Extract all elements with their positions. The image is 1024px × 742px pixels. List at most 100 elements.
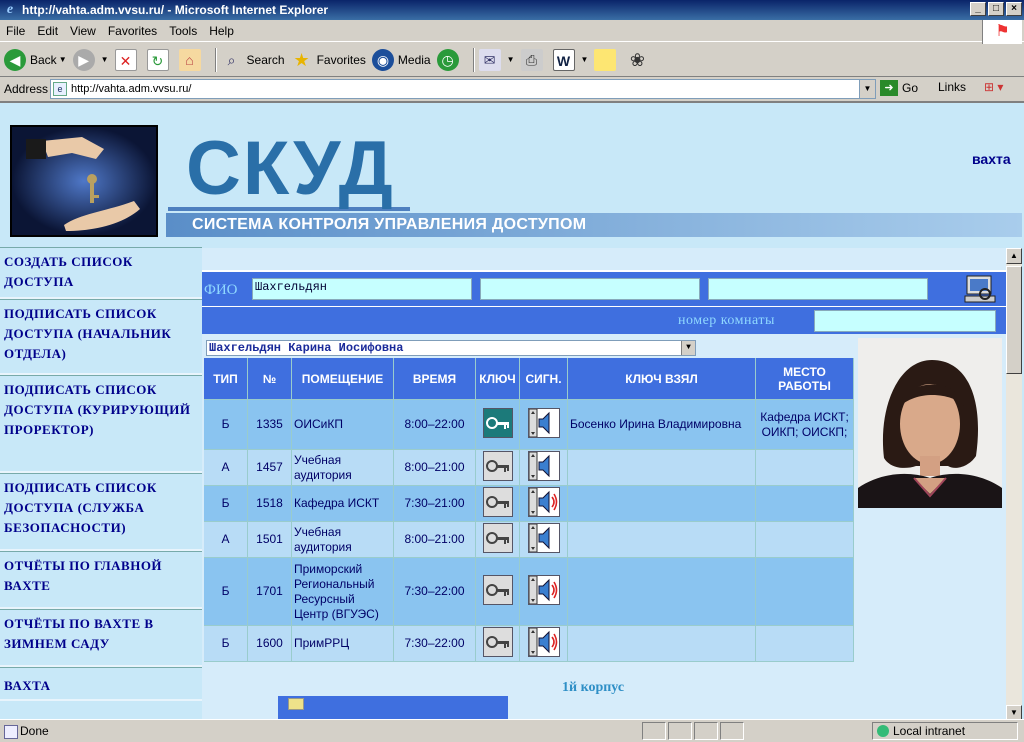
refresh-button[interactable]: ↻ (146, 48, 173, 71)
key-icon[interactable] (482, 575, 513, 605)
nav-winter-garden-reports[interactable]: ОТЧЁТЫ ПО ВАХТЕ В ЗИМНЕМ САДУ (0, 609, 202, 667)
nav-main-watch-reports[interactable]: ОТЧЁТЫ ПО ГЛАВНОЙ ВАХТЕ (0, 551, 202, 609)
key-icon[interactable] (482, 627, 513, 657)
alarm-on-icon[interactable] (527, 627, 560, 657)
print-button[interactable]: ⎙ (520, 48, 547, 71)
history-button[interactable]: ◷ (436, 48, 463, 71)
flower-icon: ❀ (629, 49, 645, 70)
alarm-on-icon[interactable] (527, 575, 560, 605)
go-label: Go (902, 81, 919, 95)
cell-time: 8:00–22:00 (394, 400, 476, 450)
key-icon[interactable] (482, 408, 513, 438)
nav-sign-security[interactable]: ПОДПИСАТЬ СПИСОК ДОСТУПА (СЛУЖБА БЕЗОПАС… (0, 473, 202, 551)
cell-room: ОИСиКП (292, 400, 394, 450)
room-input[interactable] (814, 310, 996, 332)
links-chevron-icon[interactable]: ⊞ ▾ (984, 80, 1003, 94)
search-button[interactable]: ⌕ Search (221, 49, 285, 71)
menu-view[interactable]: View (64, 24, 102, 38)
key-icon[interactable] (482, 451, 513, 481)
scroll-thumb[interactable] (1006, 266, 1022, 374)
discuss-button[interactable] (594, 48, 620, 71)
alarm-off-icon[interactable] (527, 523, 560, 553)
cell-type: Б (204, 400, 248, 450)
alarm-off-icon[interactable] (527, 451, 560, 481)
alarm-on-icon[interactable] (527, 487, 560, 517)
edit-button[interactable]: W ▼ (552, 48, 588, 71)
favorites-button[interactable]: ★ Favorites (291, 49, 365, 71)
nav-sign-prorector[interactable]: ПОДПИСАТЬ СПИСОК ДОСТУПА (КУРИРУЮЩИЙ ПРО… (0, 375, 202, 473)
col-workplace: МЕСТО РАБОТЫ (756, 358, 854, 400)
minimize-button[interactable]: _ (970, 2, 986, 16)
fio-input-name[interactable] (480, 278, 700, 300)
person-select[interactable]: Шахгельдян Карина Иосифовна ▼ (206, 340, 696, 356)
fio-search-bar: ФИО Шахгельдян (202, 270, 1006, 306)
table-row: Б 1518 Кафедра ИСКТ 7:30–21:00 (204, 486, 854, 522)
cell-key (476, 558, 520, 626)
messenger-button[interactable]: ❀ (626, 49, 652, 71)
go-arrow-icon: ➜ (880, 80, 898, 96)
menu-help[interactable]: Help (203, 24, 240, 38)
home-icon: ⌂ (178, 48, 201, 71)
col-taken-by: КЛЮЧ ВЗЯЛ (568, 358, 756, 400)
toolbar-separator (472, 47, 475, 72)
stop-button[interactable]: ✕ (114, 48, 141, 71)
fio-input-patronymic[interactable] (708, 278, 928, 300)
cell-time: 8:00–21:00 (394, 450, 476, 486)
table-row: Б 1335 ОИСиКП 8:00–22:00 Босенко Ирина Влади… (204, 400, 854, 450)
cell-type: А (204, 522, 248, 558)
cell-taken-by (568, 626, 756, 662)
search-computer-icon[interactable] (962, 274, 998, 304)
vertical-scrollbar[interactable]: ▲ ▼ (1006, 248, 1022, 719)
maximize-button[interactable]: □ (988, 2, 1004, 16)
scroll-up-icon[interactable]: ▲ (1006, 248, 1022, 264)
key-icon[interactable] (482, 487, 513, 517)
col-time: ВРЕМЯ (394, 358, 476, 400)
nav-create-list[interactable]: СОЗДАТЬ СПИСОК ДОСТУПА (0, 247, 202, 299)
media-icon: ◉ (371, 48, 394, 71)
col-type: ТИП (204, 358, 248, 400)
chevron-down-icon[interactable]: ▼ (681, 341, 695, 355)
address-dropdown-icon[interactable]: ▼ (859, 80, 875, 98)
history-icon: ◷ (436, 48, 459, 71)
menu-file[interactable]: File (0, 24, 31, 38)
fio-input-surname[interactable]: Шахгельдян (252, 278, 472, 300)
back-button[interactable]: ◀ Back ▼ (4, 48, 67, 71)
back-arrow-icon: ◀ (4, 48, 26, 71)
vahta-link[interactable]: вахта (972, 151, 1011, 167)
cell-key (476, 522, 520, 558)
cell-signal (520, 522, 568, 558)
cell-key (476, 400, 520, 450)
alarm-off-icon[interactable] (527, 408, 560, 438)
links-button[interactable]: Links (938, 80, 966, 94)
cell-time: 7:30–22:00 (394, 626, 476, 662)
menu-favorites[interactable]: Favorites (102, 24, 163, 38)
nav-sign-dept-head[interactable]: ПОДПИСАТЬ СПИСОК ДОСТУПА (НАЧАЛЬНИК ОТДЕ… (0, 299, 202, 375)
cell-taken-by (568, 558, 756, 626)
nav-vahta[interactable]: ВАХТА (0, 667, 202, 701)
address-input[interactable]: e http://vahta.adm.vvsu.ru/ ▼ (50, 79, 876, 99)
scroll-down-icon[interactable]: ▼ (1006, 705, 1022, 719)
page-icon: e (53, 82, 67, 96)
menu-tools[interactable]: Tools (163, 24, 203, 38)
key-access-table: ТИП № ПОМЕЩЕНИЕ ВРЕМЯ КЛЮЧ СИГН. КЛЮЧ ВЗ… (204, 358, 854, 662)
cell-type: Б (204, 486, 248, 522)
home-button[interactable]: ⌂ (178, 48, 205, 71)
key-icon[interactable] (482, 523, 513, 553)
folder-icon[interactable] (288, 698, 304, 710)
mail-button[interactable]: ✉ ▼ (478, 48, 515, 71)
status-cell (694, 722, 718, 740)
cell-num: 1701 (248, 558, 292, 626)
cell-room: Учебная аудитория (292, 450, 394, 486)
cell-room: Приморский Региональный Ресурсный Центр … (292, 558, 394, 626)
cell-type: Б (204, 626, 248, 662)
media-label: Media (397, 52, 431, 67)
col-key: КЛЮЧ (476, 358, 520, 400)
go-button[interactable]: ➜ Go (880, 80, 918, 96)
security-zone: Local intranet (872, 722, 1018, 740)
cell-taken-by (568, 450, 756, 486)
cell-time: 7:30–22:00 (394, 558, 476, 626)
close-button[interactable]: × (1006, 2, 1022, 16)
menu-edit[interactable]: Edit (31, 24, 64, 38)
forward-button[interactable]: ▶ ▼ (72, 48, 109, 71)
media-button[interactable]: ◉ Media (371, 48, 431, 71)
